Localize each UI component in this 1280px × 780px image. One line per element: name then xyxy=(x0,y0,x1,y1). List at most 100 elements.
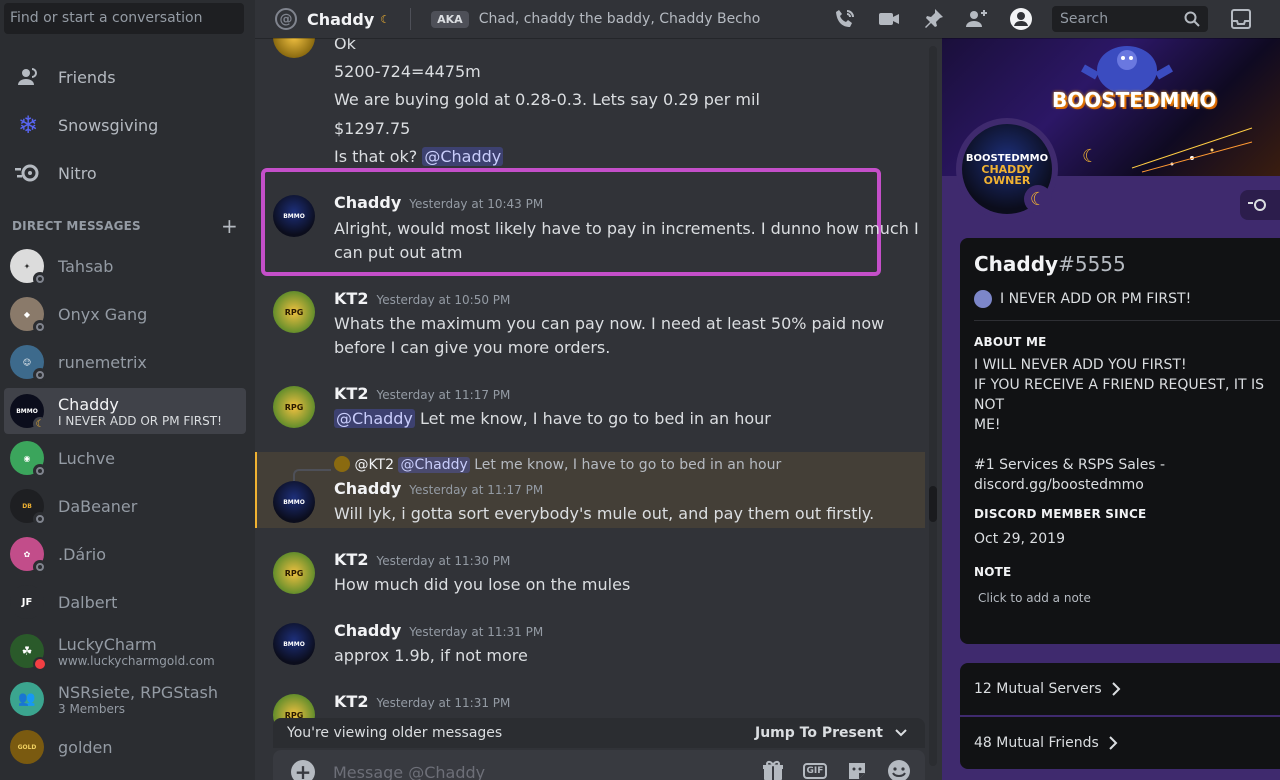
dm-name: NSRsiete, RPGStash xyxy=(58,682,219,702)
gif-icon[interactable]: GIF xyxy=(801,758,829,780)
message-line: Whats the maximum you can pay now. I nee… xyxy=(334,314,885,333)
chat-scrollbar-thumb[interactable] xyxy=(929,486,937,522)
message-line: approx 1.9b, if not more xyxy=(334,646,528,665)
dm-item-golden[interactable]: GOLD golden xyxy=(4,724,246,770)
channel-header: @ Chaddy ☾ AKA Chad, chaddy the baddy, C… xyxy=(255,0,1280,38)
dm-item-group[interactable]: 👥 NSRsiete, RPGStash 3 Members xyxy=(4,676,246,722)
message-author[interactable]: Chaddy xyxy=(334,479,401,498)
custom-status-text: I NEVER ADD OR PM FIRST! xyxy=(1000,291,1192,307)
composer-placeholder: Message @Chaddy xyxy=(333,762,486,780)
reply-spine xyxy=(293,469,331,481)
header-divider xyxy=(410,8,412,30)
profile-badges[interactable] xyxy=(1240,190,1280,220)
avatar-kt2[interactable]: RPG xyxy=(273,291,315,333)
status-offline-icon xyxy=(33,560,47,574)
avatar-line: CHADDY xyxy=(981,162,1033,176)
gift-icon[interactable] xyxy=(759,758,787,780)
dm-item-chaddy[interactable]: BMMO ☾ Chaddy I NEVER ADD OR PM FIRST! xyxy=(4,388,246,434)
dm-name: Tahsab xyxy=(58,256,114,276)
chevron-right-icon xyxy=(1109,736,1118,750)
dm-name: Onyx Gang xyxy=(58,304,148,324)
user-profile-panel: BOOSTEDMMO ☾ BOOSTEDMMO CHADDY OWNER ☾ C… xyxy=(942,38,1280,780)
dm-name: Chaddy xyxy=(58,394,119,414)
message-author[interactable]: KT2 xyxy=(334,692,368,711)
dm-name: .Dário xyxy=(58,544,107,564)
mutual-friends-button[interactable]: 48 Mutual Friends xyxy=(960,717,1280,769)
direct-messages-label: DIRECT MESSAGES xyxy=(12,219,141,233)
message-author[interactable]: Chaddy xyxy=(334,621,401,640)
user-mention[interactable]: @Chaddy xyxy=(334,409,415,428)
chat-scrollbar-track[interactable] xyxy=(929,46,937,766)
dm-item-onyx-gang[interactable]: ◆ Onyx Gang xyxy=(4,291,246,337)
message-composer[interactable]: + Message @Chaddy GIF xyxy=(273,750,925,780)
find-conversation-input[interactable]: Find or start a conversation xyxy=(4,3,244,34)
voice-call-icon[interactable] xyxy=(833,7,857,31)
avatar: JF xyxy=(10,585,44,619)
dm-item-luckycharm[interactable]: ☘ LuckyCharm www.luckycharmgold.com xyxy=(4,628,246,674)
about-me-text: I WILL NEVER ADD YOU FIRST! IF YOU RECEI… xyxy=(974,357,1264,493)
status-offline-icon xyxy=(33,320,47,334)
message-author[interactable]: KT2 xyxy=(334,289,368,308)
user-profile-toggle-icon[interactable] xyxy=(1009,7,1033,31)
avatar-chaddy[interactable]: BMMO xyxy=(273,623,315,665)
message-author[interactable]: Chaddy xyxy=(334,193,401,212)
inbox-icon[interactable] xyxy=(1229,7,1253,35)
message-timestamp: Yesterday at 10:43 PM xyxy=(409,197,544,211)
dm-item-dario[interactable]: ✿ .Dário xyxy=(4,531,246,577)
add-friends-to-dm-icon[interactable] xyxy=(965,7,989,31)
dm-item-luchve[interactable]: ◉ Luchve xyxy=(4,435,246,481)
nav-nitro-label: Nitro xyxy=(58,163,97,183)
message-timestamp: Yesterday at 11:31 PM xyxy=(409,625,544,639)
channel-name: Chaddy xyxy=(307,9,375,29)
message-line: can put out atm xyxy=(334,243,463,262)
user-mention[interactable]: @Chaddy xyxy=(398,457,470,473)
message-line: Ok xyxy=(334,38,356,53)
search-icon xyxy=(1184,11,1200,27)
video-call-icon[interactable] xyxy=(877,7,901,31)
message-line: Is that ok? @Chaddy xyxy=(334,145,504,169)
avatar-chaddy[interactable]: BMMO xyxy=(273,195,315,237)
sticker-icon[interactable] xyxy=(843,758,871,780)
at-icon: @ xyxy=(275,8,297,30)
profile-username[interactable]: Chaddy#5555 xyxy=(974,252,1280,276)
message-author[interactable]: KT2 xyxy=(334,550,368,569)
avatar-line: OWNER xyxy=(983,173,1031,187)
chevron-down-icon xyxy=(895,729,907,737)
nav-nitro[interactable]: Nitro xyxy=(8,152,246,194)
dm-custom-status: www.luckycharmgold.com xyxy=(58,653,215,668)
avatar-kt2[interactable]: RPG xyxy=(273,386,315,428)
nav-friends[interactable]: Friends xyxy=(8,56,246,98)
message-author[interactable]: KT2 xyxy=(334,384,368,403)
aka-names: Chad, chaddy the baddy, Chaddy Becho xyxy=(478,11,761,27)
nav-snowsgiving[interactable]: ❄ Snowsgiving xyxy=(8,104,246,146)
avatar-kt2[interactable]: RPG xyxy=(273,552,315,594)
header-search-input[interactable]: Search xyxy=(1052,6,1208,32)
avatar-chaddy[interactable]: BMMO xyxy=(273,481,315,523)
message-line: $1297.75 xyxy=(334,119,411,138)
dm-item-runemetrix[interactable]: ☺ runemetrix xyxy=(4,339,246,385)
dm-name: DaBeaner xyxy=(58,496,138,516)
note-input[interactable]: Click to add a note xyxy=(978,591,1280,605)
dm-item-dalbert[interactable]: JF Dalbert xyxy=(4,579,246,625)
older-messages-notice: You're viewing older messages xyxy=(287,725,503,741)
emoji-icon[interactable] xyxy=(885,758,913,780)
dm-item-tahsab[interactable]: ✦ Tahsab xyxy=(4,243,246,289)
add-attachment-icon[interactable]: + xyxy=(291,760,315,780)
status-offline-icon xyxy=(33,368,47,382)
avatar-kt2[interactable] xyxy=(273,38,315,58)
reply-avatar xyxy=(334,456,350,472)
dm-member-count: 3 Members xyxy=(58,701,126,716)
dm-item-dabeaner[interactable]: DB DaBeaner xyxy=(4,483,246,529)
pinned-messages-icon[interactable] xyxy=(921,7,945,31)
dm-custom-status: I NEVER ADD OR PM FIRST! xyxy=(58,413,222,428)
status-emoji-icon xyxy=(974,290,992,308)
mutual-servers-button[interactable]: 12 Mutual Servers xyxy=(960,663,1280,715)
reply-preview[interactable]: @KT2 @Chaddy Let me know, I have to go t… xyxy=(334,456,781,473)
discriminator: #5555 xyxy=(1058,252,1126,276)
message-line: Alright, would most likely have to pay i… xyxy=(334,219,919,238)
message-line: 5200-724=4475m xyxy=(334,62,481,81)
user-mention[interactable]: @Chaddy xyxy=(422,147,504,166)
create-dm-plus-icon[interactable]: + xyxy=(221,216,238,236)
chat-area: Ok 5200-724=4475m We are buying gold at … xyxy=(255,38,942,780)
jump-to-present-button[interactable]: Jump To Present xyxy=(755,725,911,741)
